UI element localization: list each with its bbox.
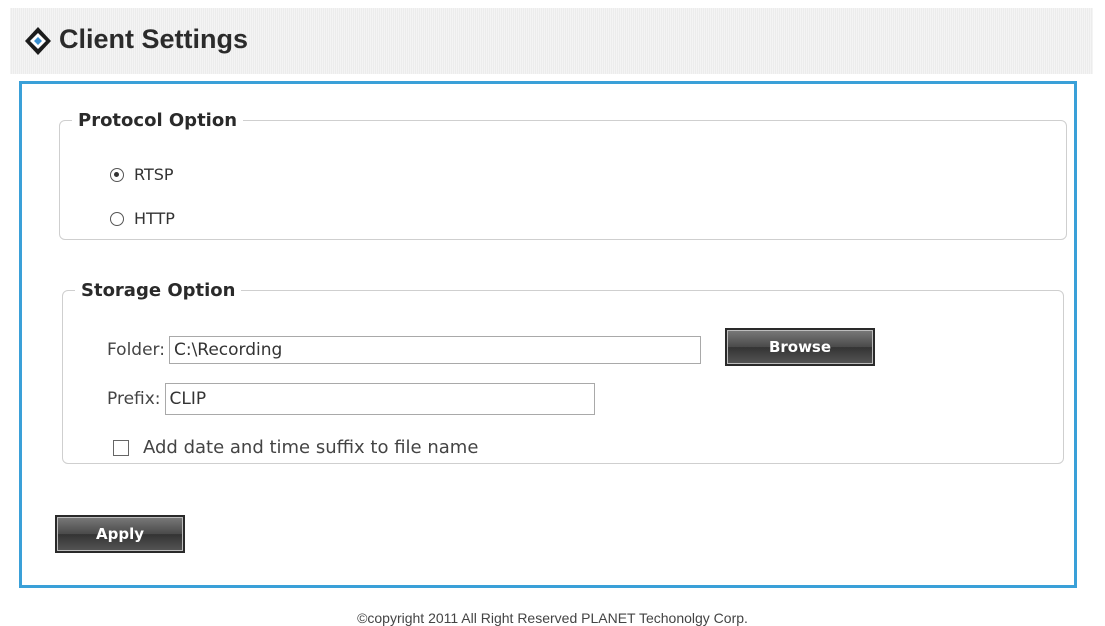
radio-rtsp-label: RTSP bbox=[134, 165, 174, 184]
folder-label: Folder: bbox=[107, 340, 165, 360]
page-title: Client Settings bbox=[59, 24, 249, 54]
prefix-label: Prefix: bbox=[107, 389, 161, 409]
radio-rtsp[interactable]: RTSP bbox=[110, 165, 174, 184]
storage-option-legend: Storage Option bbox=[81, 280, 236, 301]
radio-http-label: HTTP bbox=[134, 209, 175, 228]
prefix-row: Prefix: bbox=[107, 383, 595, 415]
copyright-footer: ©copyright 2011 All Right Reserved PLANE… bbox=[357, 610, 748, 626]
radio-rtsp-button[interactable] bbox=[110, 167, 124, 182]
prefix-input[interactable] bbox=[164, 383, 595, 415]
suffix-checkbox[interactable] bbox=[113, 439, 129, 456]
apply-button[interactable]: Apply bbox=[55, 515, 185, 553]
radio-http[interactable]: HTTP bbox=[110, 209, 175, 228]
radio-http-button[interactable] bbox=[110, 211, 124, 226]
suffix-checkbox-label: Add date and time suffix to file name bbox=[143, 437, 479, 458]
protocol-option-legend: Protocol Option bbox=[78, 110, 238, 131]
folder-input[interactable] bbox=[168, 336, 701, 364]
suffix-checkbox-row[interactable]: Add date and time suffix to file name bbox=[113, 437, 478, 458]
protocol-option-group: Protocol Option RTSP HTTP bbox=[59, 110, 1067, 240]
folder-row: Folder: bbox=[107, 336, 701, 364]
browse-button[interactable]: Browse bbox=[725, 328, 875, 366]
page-header: Client Settings bbox=[10, 8, 1093, 74]
settings-panel: Protocol Option RTSP HTTP Storage Option… bbox=[19, 81, 1077, 588]
storage-option-group: Storage Option Folder: Browse Prefix: Ad… bbox=[62, 280, 1064, 464]
diamond-logo-icon bbox=[25, 27, 51, 55]
